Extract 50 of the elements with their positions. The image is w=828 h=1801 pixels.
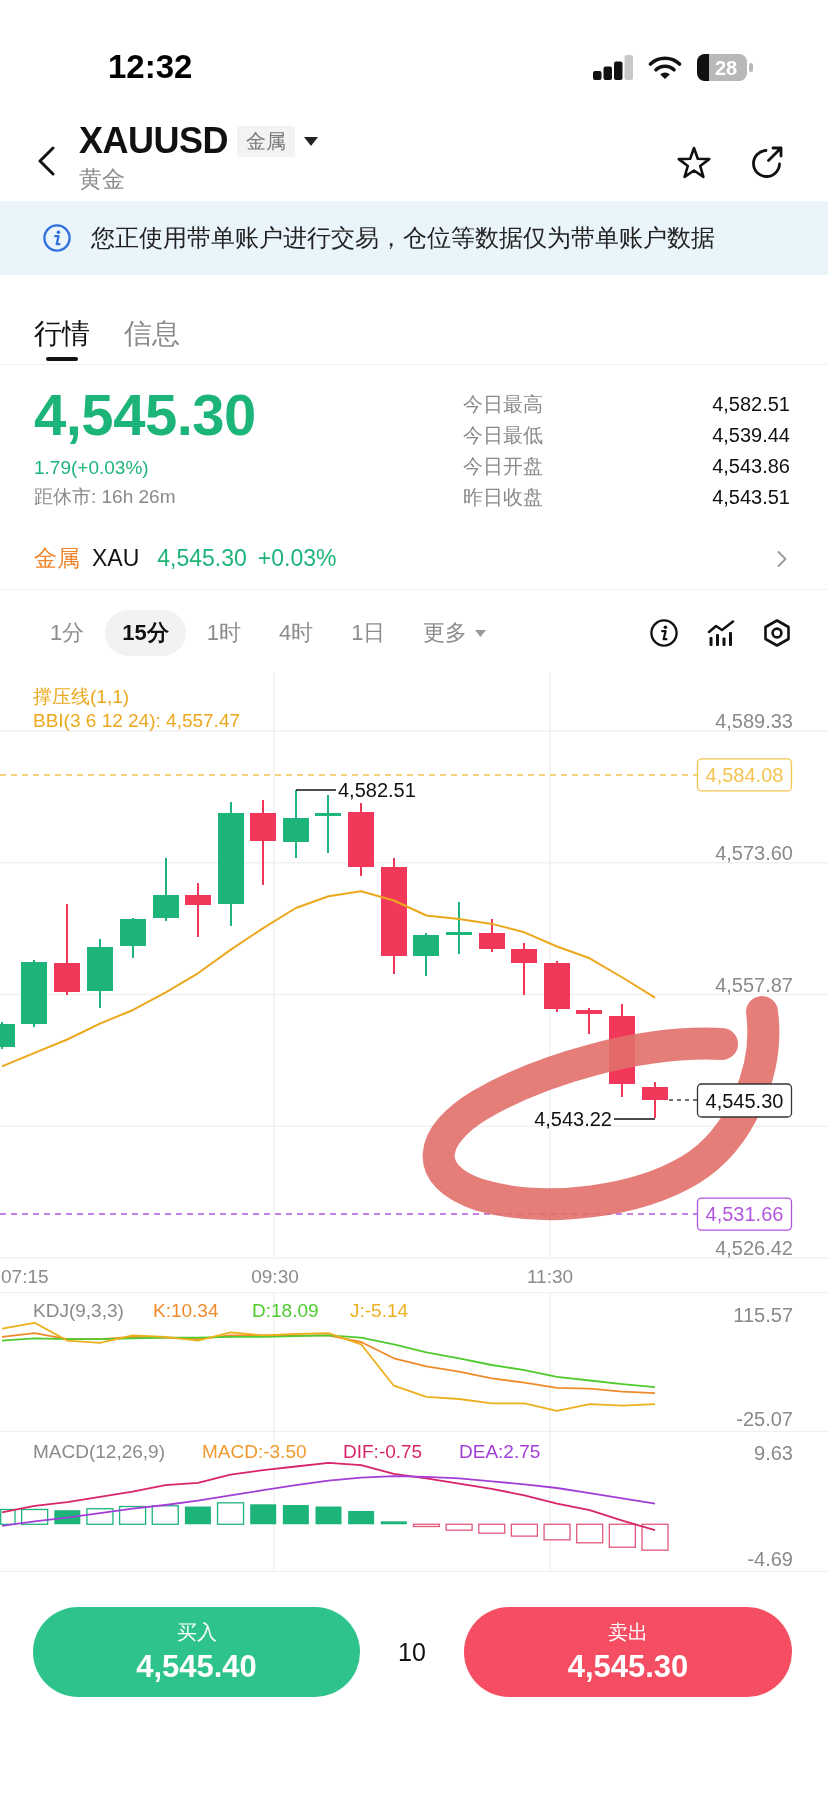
- price-axis-label: 4,589.33: [715, 710, 793, 732]
- indicator-value: D:18.09: [252, 1299, 319, 1321]
- battery-percentage: 28: [714, 56, 738, 79]
- scale-label: -25.07: [736, 1408, 793, 1430]
- legend-text: BBI(3 6 12 24): 4,557.47: [33, 709, 241, 731]
- market-close-countdown: 距休市: 16h 26m: [34, 485, 176, 509]
- stat-value: 4,543.86: [712, 455, 790, 478]
- time-axis-label: 07:15: [1, 1265, 49, 1287]
- reference-price-tag: 4,584.08: [696, 758, 793, 792]
- indicator-value: DIF:-0.75: [343, 1440, 423, 1462]
- ref-line-label: 4,531.66: [705, 1203, 784, 1226]
- stat-label: 今日最高: [463, 392, 543, 417]
- last-price-tag: 4,545.30: [696, 1083, 793, 1118]
- indicator-value: K:10.34: [153, 1299, 219, 1321]
- indicator-value: DEA:2.75: [459, 1440, 541, 1462]
- stat-value: 4,539.44: [712, 424, 790, 447]
- stat-label: 昨日收盘: [463, 485, 543, 510]
- instrument-name: 黄金: [79, 165, 125, 194]
- ref-line-label: 4,584.08: [705, 763, 784, 786]
- related-change: +0.03%: [257, 545, 337, 572]
- indicator-title: KDJ(9,3,3): [33, 1299, 124, 1321]
- indicator-title: MACD(12,26,9): [33, 1440, 165, 1462]
- scale-label: 115.57: [733, 1304, 793, 1326]
- high-price-label: 4,582.51: [338, 779, 416, 801]
- scale-label: 9.63: [754, 1442, 793, 1464]
- price-change: 1.79(+0.03%): [34, 456, 149, 480]
- low-price-label: 4,543.22: [534, 1108, 612, 1130]
- symbol-title: XAUUSD: [79, 119, 228, 163]
- time-axis-label: 11:30: [526, 1265, 574, 1287]
- stat-label: 今日最低: [463, 423, 543, 448]
- status-time: 12:32: [108, 47, 193, 87]
- stat-value: 4,543.51: [712, 486, 790, 509]
- price-axis-label: 4,526.42: [715, 1237, 793, 1259]
- stat-value: 4,582.51: [712, 393, 790, 416]
- quantity-text: 10: [398, 1637, 426, 1667]
- symbol-label: XAU: [92, 545, 140, 572]
- scale-label: -4.69: [747, 1548, 793, 1570]
- category-label: 金属: [34, 544, 80, 573]
- category-tag: 金属: [237, 125, 295, 157]
- legend-text: 撑压线(1,1): [33, 685, 130, 707]
- price-axis-label: 4,573.60: [715, 841, 793, 864]
- indicator-value: MACD:-3.50: [202, 1440, 307, 1462]
- last-price: 4,545.30: [34, 383, 256, 447]
- related-price: 4,545.30: [157, 545, 247, 572]
- reference-price-tag: 4,531.66: [696, 1197, 793, 1231]
- indicator-value: J:-5.14: [350, 1299, 409, 1321]
- price-axis-label: 4,557.87: [715, 973, 793, 996]
- stat-label: 今日开盘: [463, 454, 543, 479]
- time-axis-label: 09:30: [251, 1265, 299, 1287]
- notice-text: 您正使用带单账户进行交易，仓位等数据仅为带单账户数据: [91, 223, 715, 253]
